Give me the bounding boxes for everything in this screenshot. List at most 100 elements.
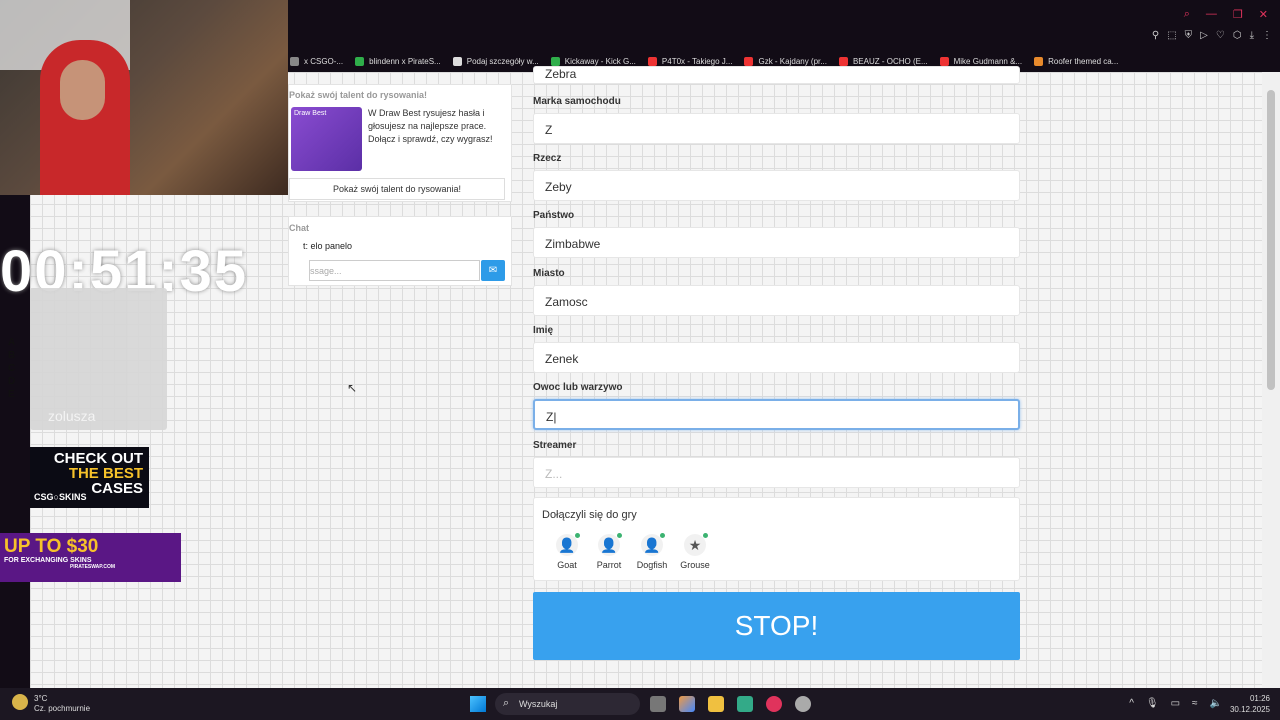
csgo-skins-ad[interactable]: CHECK OUT THE BEST CASES CSG○SKINS <box>30 447 149 508</box>
form-field: Streamer Z... <box>533 440 1020 488</box>
player-item: ★ Grouse <box>677 533 713 570</box>
field-input[interactable]: Zenek <box>533 342 1020 373</box>
streamer-head <box>60 60 105 120</box>
seat-row-labels: ABCDE <box>8 336 15 401</box>
pirateswap-ad[interactable]: UP TO $30 FOR EXCHANGING SKINS PIRATESWA… <box>0 533 181 582</box>
bookmark-favicon-icon <box>290 56 299 66</box>
bookmark-favicon-icon <box>452 56 462 66</box>
joined-players-panel: Dołączyli się do gry 👤 Goat 👤 Parrot 👤 Dogfis… <box>533 497 1020 581</box>
send-icon: ✉ <box>488 265 498 276</box>
draw-best-image[interactable]: Draw Best <box>291 107 362 171</box>
seat-row-label: C <box>8 363 16 374</box>
bookmark-item[interactable]: P4T0x - Takiego J... <box>647 56 733 66</box>
heart-icon[interactable]: ♡ <box>1216 30 1225 41</box>
scrollbar-thumb[interactable] <box>1267 90 1275 390</box>
stop-button[interactable]: STOP! <box>533 592 1020 660</box>
microphone-icon[interactable]: 🎙 <box>1146 698 1159 709</box>
ad-brand: CSG○SKINS <box>34 492 87 502</box>
bookmark-favicon-icon <box>939 56 949 66</box>
page-scrollbar[interactable] <box>1262 72 1280 688</box>
field-input[interactable]: Z... <box>533 457 1020 488</box>
bookmark-label: Roofer themed ca... <box>1048 56 1119 66</box>
weather-widget[interactable]: 3°C Cz. pochmurnie <box>12 694 90 714</box>
chat-input[interactable]: ssage... <box>309 260 480 281</box>
form-field: Państwo Zimbabwe <box>533 210 1020 258</box>
bookmark-item[interactable]: Kickaway - Kick G... <box>550 56 636 66</box>
windows-start-icon[interactable] <box>470 696 486 712</box>
field-input[interactable]: Zeby <box>533 170 1020 201</box>
ad2-headline: UP TO $30 <box>4 536 99 557</box>
chat-send-button[interactable]: ✉ <box>481 260 505 281</box>
search-icon[interactable]: ⌕ <box>1184 8 1190 21</box>
bookmark-item[interactable]: Podaj szczegóły w... <box>452 56 539 66</box>
chevron-up-icon[interactable]: ^ <box>1129 698 1134 709</box>
bookmark-item[interactable]: BEAUZ - OCHO (E... <box>838 56 928 66</box>
webcam-overlay <box>0 0 288 195</box>
monitor-icon[interactable]: ▭ <box>1171 698 1180 709</box>
wifi-icon[interactable]: ≈ <box>1192 698 1198 709</box>
shield-icon[interactable]: ⛨ <box>1185 30 1193 41</box>
app-icon[interactable] <box>795 696 811 712</box>
bookmark-favicon-icon <box>355 56 365 66</box>
field-input[interactable]: Z <box>533 113 1020 144</box>
download-icon[interactable]: ⤓ <box>1250 30 1254 41</box>
field-input[interactable]: Zamosc <box>533 285 1020 316</box>
task-view-icon[interactable] <box>650 696 666 712</box>
player-name: Dogfish <box>636 560 668 570</box>
bookmark-label: Podaj szczegóły w... <box>466 56 539 66</box>
field-label: Państwo <box>533 210 575 221</box>
menu-icon[interactable]: ⋮ <box>1262 30 1272 41</box>
player-name: Goat <box>557 560 577 570</box>
system-tray: ^ 🎙 ▭ ≈ 🔈 <box>1129 698 1222 709</box>
close-icon[interactable]: ✕ <box>1259 8 1268 21</box>
opera-gx-icon[interactable] <box>766 696 782 712</box>
form-field: Imię Zenek <box>533 325 1020 373</box>
online-indicator <box>703 533 708 538</box>
user-icon: 👤 <box>641 533 665 556</box>
chat-title: Chat <box>289 223 309 233</box>
play-icon[interactable]: ▷ <box>1200 30 1208 41</box>
weather-desc: Cz. pochmurnie <box>34 704 91 713</box>
seat-row-label: D <box>8 376 16 387</box>
extensions-icon[interactable]: ⬡ <box>1233 30 1242 41</box>
bookmark-label: Gzk - Kajdany (pr... <box>758 56 827 66</box>
chat-message: t: elo panelo <box>303 241 353 251</box>
online-indicator <box>660 533 665 538</box>
bookmark-label: Kickaway - Kick G... <box>564 56 636 66</box>
bookmark-item[interactable]: Gzk - Kajdany (pr... <box>744 56 827 66</box>
user-icon: 👤 <box>556 533 580 556</box>
bookmark-favicon-icon <box>744 56 754 66</box>
partial-field-input[interactable]: Zebra <box>533 66 1020 84</box>
volume-icon[interactable]: 🔈 <box>1210 698 1222 709</box>
field-label: Owoc lub warzywo <box>533 382 623 393</box>
player-item: 👤 Parrot <box>591 533 627 570</box>
online-indicator <box>617 533 622 538</box>
bookmark-item[interactable]: x CSGO-... <box>290 56 343 66</box>
bookmark-favicon-icon <box>838 56 848 66</box>
store-icon[interactable] <box>737 696 753 712</box>
taskbar-clock[interactable]: 01:26 30.12.2025 <box>1230 693 1270 715</box>
minimize-icon[interactable]: — <box>1206 8 1217 21</box>
form-field: Owoc lub warzywo Z| <box>533 382 1020 430</box>
search-icon: ⌕ <box>503 697 510 709</box>
maximize-icon[interactable]: ❐ <box>1233 8 1243 21</box>
bookmark-item[interactable]: Roofer themed ca... <box>1034 56 1119 66</box>
bookmark-label: P4T0x - Takiego J... <box>661 56 733 66</box>
windows-taskbar: 3°C Cz. pochmurnie ⌕ Wyszukaj ^ 🎙 ▭ ≈ 🔈 … <box>0 688 1280 720</box>
field-input[interactable]: Z| <box>533 399 1020 430</box>
chat-panel: Chat t: elo panelo ssage... ✉ <box>288 216 512 286</box>
bookmark-item[interactable]: Mike Gudmann &... <box>939 56 1022 66</box>
copilot-icon[interactable] <box>679 696 695 712</box>
user-icon: 👤 <box>598 533 622 556</box>
promo-text: W Draw Best rysujesz hasła i głosujesz n… <box>368 108 493 144</box>
field-input[interactable]: Zimbabwe <box>533 227 1020 258</box>
bookmark-favicon-icon <box>1034 56 1044 66</box>
promo-button[interactable]: Pokaż swój talent do rysowania! <box>289 178 505 200</box>
screenshot-icon[interactable]: ⬚ <box>1167 30 1176 41</box>
bookmark-item[interactable]: blindenn x PirateS... <box>355 56 441 66</box>
taskbar-search[interactable]: ⌕ Wyszukaj <box>495 693 640 715</box>
file-explorer-icon[interactable] <box>708 696 724 712</box>
player-name: Grouse <box>680 560 710 570</box>
pin-icon[interactable]: ⚲ <box>1152 30 1159 41</box>
field-label: Streamer <box>533 440 577 451</box>
